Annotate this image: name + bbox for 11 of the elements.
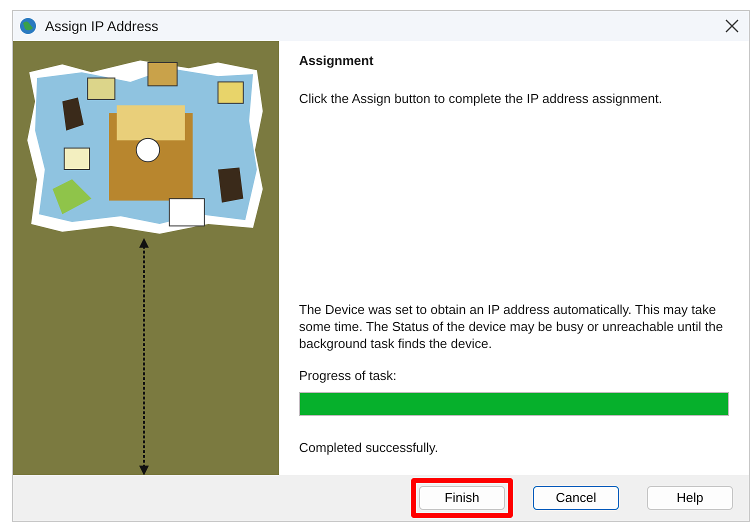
globe-icon bbox=[19, 17, 37, 35]
status-text: Completed successfully. bbox=[299, 438, 440, 457]
window-title: Assign IP Address bbox=[45, 16, 158, 36]
progress-label: Progress of task: bbox=[299, 367, 398, 385]
dialog-button[interactable]: Help bbox=[647, 486, 733, 510]
instruction-text: Click the Assign button to complete the IP address assignment. bbox=[299, 90, 664, 108]
close-icon[interactable] bbox=[725, 19, 739, 33]
dialog-button[interactable]: Finish bbox=[419, 486, 505, 510]
section-heading: Assignment bbox=[299, 52, 374, 70]
dialog-button[interactable]: Cancel bbox=[533, 486, 619, 510]
notice-text: The Device was set to obtain an IP address automatically. This may take some time. The Status of the device may be busy or unreachable until the background task finds the device. bbox=[299, 301, 724, 352]
